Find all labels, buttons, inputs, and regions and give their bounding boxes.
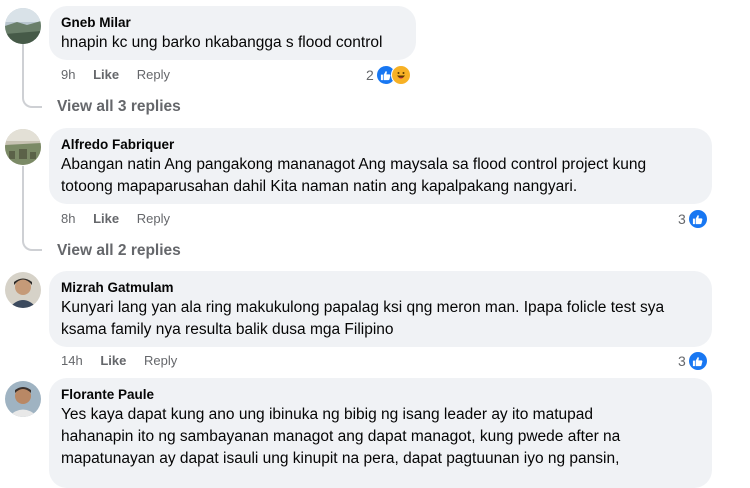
like-button[interactable]: Like (100, 353, 126, 368)
avatar[interactable] (5, 381, 41, 417)
avatar-image (5, 129, 41, 165)
haha-icon (390, 65, 411, 85)
view-replies-link[interactable]: View all 3 replies (57, 97, 181, 117)
like-icon (687, 209, 708, 229)
comment-time[interactable]: 8h (61, 211, 75, 226)
comment-actions: 14h Like Reply (61, 352, 191, 370)
comment-author[interactable]: Alfredo Fabriquer (61, 136, 700, 154)
comment-text: hnapin kc ung barko nkabangga s flood co… (61, 34, 383, 51)
avatar-image (5, 8, 41, 44)
thread-line (22, 42, 24, 94)
reply-button[interactable]: Reply (137, 211, 170, 226)
comment-actions: 8h Like Reply (61, 210, 184, 228)
comment-time[interactable]: 9h (61, 67, 75, 82)
comment-author[interactable]: Gneb Milar (61, 14, 404, 32)
comment-author[interactable]: Florante Paule (61, 386, 700, 404)
reaction-summary[interactable]: 2 (366, 65, 411, 85)
reaction-count: 3 (678, 353, 686, 369)
comment-author[interactable]: Mizrah Gatmulam (61, 279, 700, 297)
comment-actions: 9h Like Reply (61, 66, 184, 84)
avatar[interactable] (5, 272, 41, 308)
reaction-summary[interactable]: 3 (678, 209, 708, 229)
thread-line (22, 166, 24, 237)
comment-bubble: Gneb Milar hnapin kc ung barko nkabangga… (49, 6, 416, 60)
like-button[interactable]: Like (93, 211, 119, 226)
reply-button[interactable]: Reply (137, 67, 170, 82)
reaction-count: 3 (678, 211, 686, 227)
comment-text: Abangan natin Ang pangakong mananagot An… (61, 156, 647, 195)
comment-text: Kunyari lang yan ala ring makukulong pap… (61, 299, 665, 338)
comment-bubble: Mizrah Gatmulam Kunyari lang yan ala rin… (49, 271, 712, 347)
reaction-summary[interactable]: 3 (678, 351, 708, 371)
like-button[interactable]: Like (93, 67, 119, 82)
comment-bubble: Alfredo Fabriquer Abangan natin Ang pang… (49, 128, 712, 204)
comment-bubble: Florante Paule Yes kaya dapat kung ano u… (49, 378, 712, 488)
avatar-image (5, 381, 41, 417)
like-icon (687, 351, 708, 371)
avatar[interactable] (5, 8, 41, 44)
reply-button[interactable]: Reply (144, 353, 177, 368)
view-replies-link[interactable]: View all 2 replies (57, 241, 181, 261)
comment-text: Yes kaya dapat kung ano ung ibinuka ng b… (61, 406, 621, 467)
comment-time[interactable]: 14h (61, 353, 83, 368)
thread-connector (22, 237, 42, 251)
thread-connector (22, 94, 42, 108)
reaction-count: 2 (366, 67, 374, 83)
avatar-image (5, 272, 41, 308)
avatar[interactable] (5, 129, 41, 165)
